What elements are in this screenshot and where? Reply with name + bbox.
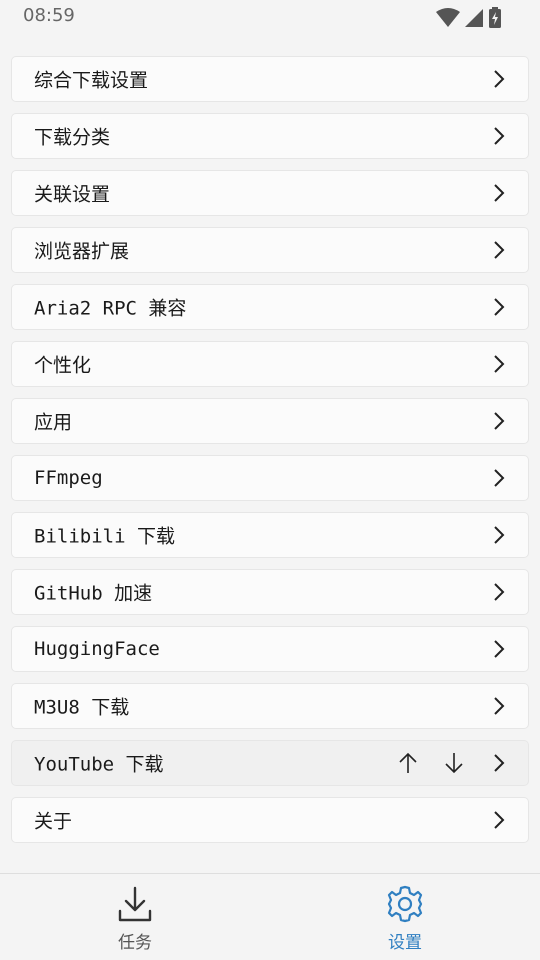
nav-settings[interactable]: 设置	[270, 874, 540, 960]
nav-settings-label: 设置	[388, 933, 422, 953]
settings-item-m3u8[interactable]: M3U8 下载	[11, 683, 529, 729]
signal-icon	[464, 8, 484, 28]
status-bar: 08:59	[0, 0, 540, 36]
chevron-right-icon	[494, 469, 505, 487]
settings-item-label: 浏览器扩展	[34, 240, 130, 263]
chevron-right-icon	[494, 811, 505, 829]
chevron-right-icon	[494, 754, 505, 772]
battery-charging-icon	[488, 7, 502, 29]
settings-item-label: YouTube 下载	[34, 753, 164, 776]
nav-tasks[interactable]: 任务	[0, 874, 270, 960]
chevron-right-icon	[494, 298, 505, 316]
settings-item-label: 关联设置	[34, 183, 111, 206]
settings-item-label: 应用	[34, 411, 73, 434]
settings-item-label: 综合下载设置	[34, 69, 149, 92]
settings-item-ffmpeg[interactable]: FFmpeg	[11, 455, 529, 501]
settings-item-download-category[interactable]: 下载分类	[11, 113, 529, 159]
settings-item-huggingface[interactable]: HuggingFace	[11, 626, 529, 672]
settings-item-label: Bilibili 下载	[34, 525, 175, 548]
wifi-icon	[436, 8, 460, 28]
settings-item-personalization[interactable]: 个性化	[11, 341, 529, 387]
settings-item-label: 个性化	[34, 354, 92, 377]
settings-item-label: Aria2 RPC 兼容	[34, 297, 187, 320]
chevron-right-icon	[494, 184, 505, 202]
settings-list: 综合下载设置 下载分类 关联设置 浏览器扩展 Aria2 RPC 兼容 个性化 …	[11, 56, 529, 854]
download-icon	[118, 886, 152, 922]
settings-item-label: M3U8 下载	[34, 696, 130, 719]
chevron-right-icon	[494, 640, 505, 658]
chevron-right-icon	[494, 241, 505, 259]
settings-item-general-download[interactable]: 综合下载设置	[11, 56, 529, 102]
chevron-right-icon	[494, 583, 505, 601]
settings-item-label: 下载分类	[34, 126, 111, 149]
bottom-nav: 任务 设置	[0, 873, 540, 960]
chevron-right-icon	[494, 355, 505, 373]
settings-item-label: 关于	[34, 810, 73, 833]
chevron-right-icon	[494, 526, 505, 544]
status-icons	[436, 7, 502, 29]
nav-tasks-label: 任务	[118, 933, 152, 953]
settings-item-youtube[interactable]: YouTube 下载	[11, 740, 529, 786]
gear-icon	[387, 885, 423, 923]
settings-item-association[interactable]: 关联设置	[11, 170, 529, 216]
settings-item-label: GitHub 加速	[34, 582, 153, 605]
chevron-right-icon	[494, 70, 505, 88]
settings-item-aria2-rpc[interactable]: Aria2 RPC 兼容	[11, 284, 529, 330]
settings-item-label: HuggingFace	[34, 638, 160, 660]
chevron-right-icon	[494, 697, 505, 715]
status-time: 08:59	[23, 5, 75, 26]
settings-item-application[interactable]: 应用	[11, 398, 529, 444]
chevron-right-icon	[494, 127, 505, 145]
settings-screen: 08:59 综合下载设置 下载分类 关联设置 浏览器扩展 Aria2 RPC 兼…	[0, 0, 540, 960]
settings-item-label: FFmpeg	[34, 467, 103, 489]
settings-item-github[interactable]: GitHub 加速	[11, 569, 529, 615]
settings-item-bilibili[interactable]: Bilibili 下载	[11, 512, 529, 558]
arrow-up-icon[interactable]	[398, 752, 418, 774]
arrow-down-icon[interactable]	[444, 752, 464, 774]
settings-item-about[interactable]: 关于	[11, 797, 529, 843]
chevron-right-icon	[494, 412, 505, 430]
settings-item-browser-extension[interactable]: 浏览器扩展	[11, 227, 529, 273]
